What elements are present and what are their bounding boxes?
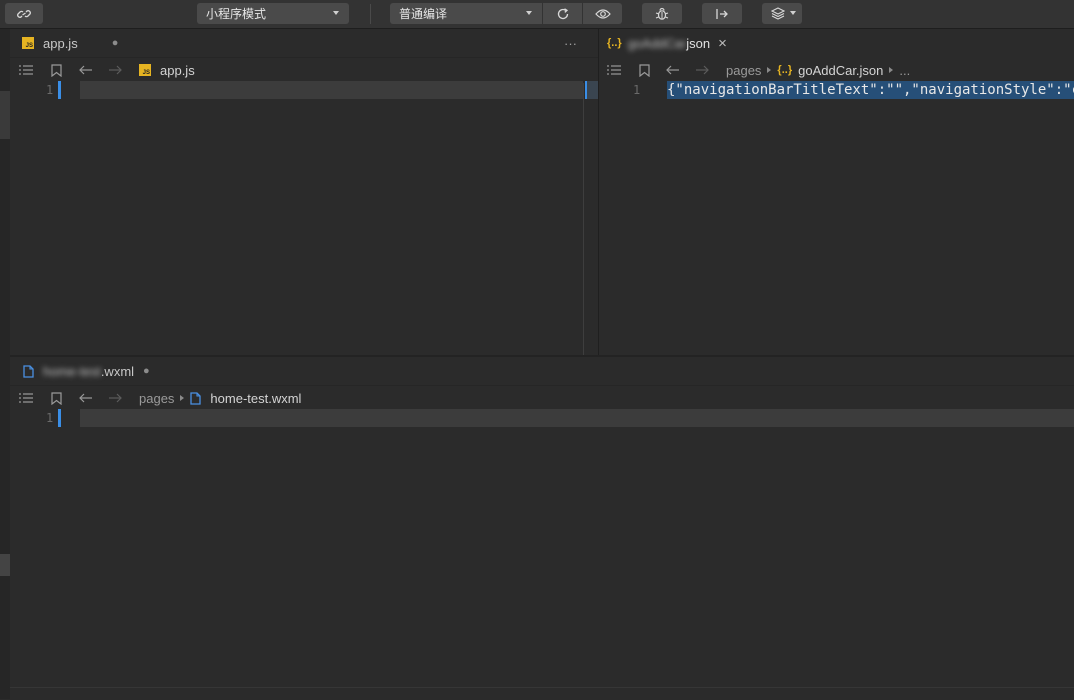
bookmark-icon[interactable] — [51, 391, 62, 405]
editor-pane-json: {..} goAddCar json × pages {..} goAddCar… — [599, 29, 1074, 355]
current-line-highlight[interactable] — [80, 409, 1074, 427]
tab-filename: app.js — [43, 35, 78, 51]
upload-button[interactable] — [702, 3, 742, 24]
breadcrumb-more[interactable]: ... — [899, 63, 910, 78]
preview-button[interactable] — [583, 3, 622, 24]
text-cursor — [58, 81, 61, 99]
outline-list-icon[interactable] — [607, 64, 621, 76]
layers-icon — [771, 7, 785, 20]
editor-pane-app-js: JS app.js ● ··· JS app.js 1 — [10, 29, 598, 355]
breadcrumb-bar: pages {..} goAddCar.json ... — [599, 57, 1074, 83]
breadcrumb-file[interactable]: home-test.wxml — [210, 391, 301, 406]
file-icon — [190, 391, 202, 405]
json-file-icon: {..} — [777, 64, 793, 76]
close-icon[interactable]: × — [718, 35, 727, 52]
breadcrumb-folder[interactable]: pages — [726, 63, 761, 78]
more-icon: ··· — [564, 35, 577, 51]
line-number: 1 — [46, 83, 54, 97]
tab-wxml[interactable]: home-test .wxml ● — [23, 357, 150, 385]
breadcrumb-bar: JS app.js — [10, 57, 598, 83]
unsaved-dot: ● — [111, 37, 119, 49]
link-icon — [17, 8, 31, 20]
chevron-right-icon — [767, 67, 772, 73]
js-file-icon: JS — [22, 37, 34, 49]
back-arrow-icon[interactable] — [666, 65, 680, 75]
refresh-icon — [556, 7, 570, 21]
js-file-icon: JS — [139, 64, 151, 76]
toolbar-divider — [370, 4, 371, 24]
forward-arrow-icon[interactable] — [108, 393, 122, 403]
forward-arrow-icon[interactable] — [108, 65, 122, 75]
line-number: 1 — [46, 411, 54, 425]
tab-bar: home-test .wxml ● — [10, 357, 1074, 386]
refresh-button[interactable] — [543, 3, 582, 24]
tab-bar: JS app.js ● ··· — [10, 29, 598, 58]
debug-bug-icon — [655, 7, 669, 21]
breadcrumb-bar: pages home-test.wxml — [10, 385, 1074, 411]
back-arrow-icon[interactable] — [79, 65, 93, 75]
tab-filename-blurred: goAddCar — [627, 35, 687, 51]
side-activity-strip — [0, 29, 10, 699]
current-line-highlight[interactable] — [80, 81, 583, 99]
bookmark-icon[interactable] — [51, 63, 62, 77]
tab-filename-suffix: .wxml — [100, 363, 135, 379]
overview-ruler-marker — [585, 81, 598, 99]
unsaved-dot: ● — [143, 365, 150, 377]
chevron-down-icon — [526, 11, 532, 15]
mode-select[interactable]: 小程序模式 — [197, 3, 349, 24]
chevron-right-icon — [180, 395, 185, 401]
compile-select-label: 普通编译 — [399, 7, 448, 21]
tab-filename-blurred: home-test — [43, 363, 101, 379]
status-bar — [10, 687, 1074, 700]
tab-bar: {..} goAddCar json × — [599, 29, 1074, 57]
breadcrumb-folder[interactable]: pages — [139, 391, 174, 406]
outline-list-icon[interactable] — [19, 392, 33, 404]
tab-filename-suffix: json — [686, 35, 711, 51]
tab-json[interactable]: {..} goAddCar json × — [607, 29, 727, 57]
json-file-icon: {..} — [607, 37, 622, 49]
layers-menu-button[interactable] — [762, 3, 802, 24]
chevron-down-icon — [790, 11, 796, 15]
toolbar: 小程序模式 普通编译 — [0, 0, 1074, 29]
scrollbar-vertical[interactable] — [583, 83, 584, 355]
tab-app-js[interactable]: JS app.js ● — [22, 29, 118, 57]
debug-button[interactable] — [642, 3, 682, 24]
text-cursor — [58, 409, 61, 427]
chevron-down-icon — [333, 11, 339, 15]
compile-select[interactable]: 普通编译 — [390, 3, 542, 24]
upload-icon — [715, 8, 729, 20]
back-arrow-icon[interactable] — [79, 393, 93, 403]
strip-indicator — [0, 554, 10, 576]
file-icon — [23, 364, 34, 378]
strip-indicator — [0, 91, 10, 139]
chevron-right-icon — [889, 67, 894, 73]
link-button[interactable] — [5, 3, 43, 24]
mode-select-label: 小程序模式 — [206, 7, 267, 21]
code-line-selected[interactable]: {"navigationBarTitleText":"","navigation… — [667, 81, 1074, 99]
forward-arrow-icon[interactable] — [695, 65, 709, 75]
breadcrumb-file[interactable]: goAddCar.json — [798, 63, 883, 78]
breadcrumb-file[interactable]: app.js — [160, 63, 195, 78]
outline-list-icon[interactable] — [19, 64, 33, 76]
editor-pane-wxml: home-test .wxml ● pages home-test.wxml 1 — [10, 357, 1074, 687]
more-actions-button[interactable]: ··· — [564, 29, 577, 57]
preview-eye-icon — [594, 8, 611, 20]
line-number: 1 — [633, 83, 641, 97]
bookmark-icon[interactable] — [639, 63, 650, 77]
